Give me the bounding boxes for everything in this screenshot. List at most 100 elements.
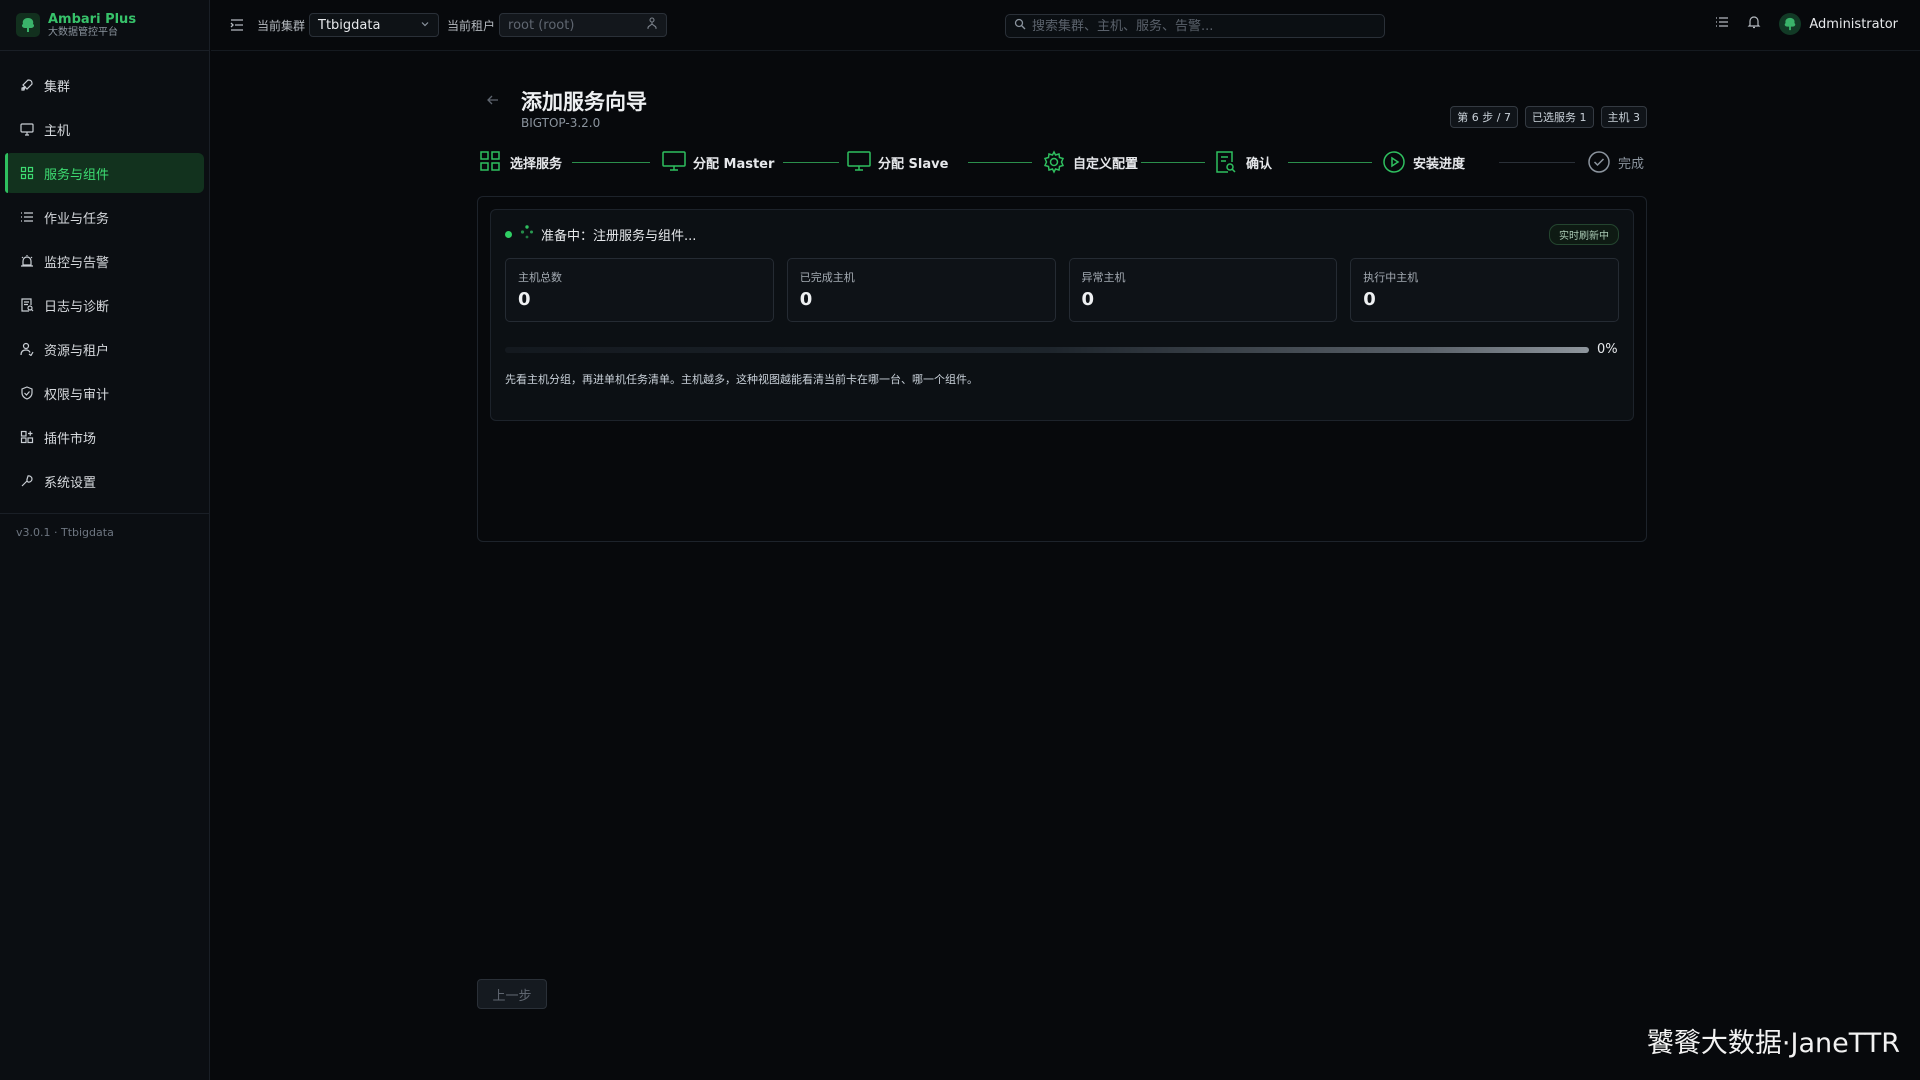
list-icon bbox=[20, 210, 34, 224]
stat-failed-hosts: 异常主机 0 bbox=[1068, 258, 1338, 322]
sidebar-item-label: 作业与任务 bbox=[44, 211, 110, 227]
tenant-icon bbox=[646, 17, 658, 33]
apps-icon bbox=[20, 430, 34, 444]
users-icon bbox=[20, 342, 34, 356]
install-card: 准备中：注册服务与组件... 实时刷新中 主机总数 0 已完成主机 0 异常主机… bbox=[477, 196, 1647, 542]
step-install-progress[interactable]: 安装进度 bbox=[1382, 150, 1465, 174]
file-search-icon bbox=[1215, 150, 1239, 174]
topbar: 当前集群 Ttbigdata 当前租户 root (root) Administ… bbox=[211, 0, 1920, 51]
step-confirm[interactable]: 确认 bbox=[1215, 150, 1272, 174]
brand-subtitle: 大数据管控平台 bbox=[48, 26, 118, 38]
user-name[interactable]: Administrator bbox=[1809, 17, 1898, 32]
rocket-icon bbox=[20, 78, 34, 92]
step-connector bbox=[783, 162, 839, 163]
wizard-header: 添加服务向导 BIGTOP-3.2.0 第 6 步 / 7 已选服务 1 主机 … bbox=[477, 80, 1647, 136]
sidebar-item-cluster[interactable]: 集群 bbox=[5, 65, 204, 105]
cluster-select-value: Ttbigdata bbox=[318, 17, 381, 33]
step-label: 完成 bbox=[1618, 156, 1645, 172]
page-title: 添加服务向导 bbox=[521, 90, 647, 114]
monitor-icon bbox=[662, 150, 686, 174]
loading-spinner-icon bbox=[519, 224, 535, 244]
status-row: 准备中：注册服务与组件... bbox=[505, 224, 1619, 244]
status-text: 准备中：注册服务与组件... bbox=[541, 228, 697, 244]
status-dot bbox=[505, 230, 512, 238]
brand-title: Ambari Plus bbox=[48, 11, 137, 27]
task-list-icon[interactable] bbox=[1715, 15, 1729, 33]
wizard-steps: 选择服务 分配 Master 分配 Slave 自定义配置 确认 安装进度 完成 bbox=[477, 140, 1647, 188]
sidebar-item-hosts[interactable]: 主机 bbox=[5, 109, 204, 149]
monitor-icon bbox=[20, 122, 34, 136]
sidebar-item-label: 主机 bbox=[44, 123, 71, 139]
sidebar-item-label: 权限与审计 bbox=[44, 387, 110, 403]
stat-value: 0 bbox=[1363, 289, 1376, 310]
menu-toggle-icon[interactable] bbox=[229, 17, 245, 33]
tenant-select[interactable]: root (root) bbox=[499, 13, 668, 37]
tenant-select-placeholder: root (root) bbox=[508, 17, 575, 33]
sidebar-item-label: 系统设置 bbox=[44, 475, 97, 491]
file-search-icon bbox=[20, 298, 34, 312]
grid-icon bbox=[20, 166, 34, 180]
wizard-panel: 添加服务向导 BIGTOP-3.2.0 第 6 步 / 7 已选服务 1 主机 … bbox=[477, 80, 1647, 542]
sidebar-item-label: 服务与组件 bbox=[44, 167, 110, 183]
step-finish[interactable]: 完成 bbox=[1587, 150, 1644, 174]
step-select-services[interactable]: 选择服务 bbox=[479, 150, 562, 174]
selected-services-badge: 已选服务 1 bbox=[1525, 106, 1594, 128]
avatar[interactable] bbox=[1779, 13, 1802, 35]
sidebar-item-plugins[interactable]: 插件市场 bbox=[5, 417, 204, 457]
sidebar-item-jobs[interactable]: 作业与任务 bbox=[5, 197, 204, 237]
progress-percent: 0% bbox=[1597, 342, 1618, 357]
step-connector bbox=[1499, 162, 1575, 163]
progress-row: 0% bbox=[505, 342, 1619, 357]
back-arrow-icon[interactable] bbox=[485, 92, 501, 108]
step-label: 分配 Master bbox=[693, 156, 775, 172]
cluster-select[interactable]: Ttbigdata bbox=[309, 13, 440, 37]
hint-text: 先看主机分组，再进单机任务清单。主机越多，这种视图越能看清当前卡在哪一台、哪一个… bbox=[505, 373, 978, 386]
sidebar-item-services[interactable]: 服务与组件 bbox=[5, 153, 204, 193]
bell-icon[interactable] bbox=[1747, 15, 1761, 33]
step-label: 确认 bbox=[1246, 156, 1273, 172]
sidebar-item-label: 监控与告警 bbox=[44, 255, 110, 271]
main-content: 添加服务向导 BIGTOP-3.2.0 第 6 步 / 7 已选服务 1 主机 … bbox=[211, 52, 1920, 1080]
host-count-badge: 主机 3 bbox=[1600, 106, 1647, 128]
step-label: 选择服务 bbox=[510, 156, 563, 172]
monitor-icon bbox=[847, 150, 871, 174]
tool-icon bbox=[20, 474, 34, 488]
sidebar-item-permissions[interactable]: 权限与审计 bbox=[5, 373, 204, 413]
sidebar-item-monitoring[interactable]: 监控与告警 bbox=[5, 241, 204, 281]
stat-label: 已完成主机 bbox=[799, 271, 855, 284]
step-connector bbox=[1288, 162, 1372, 163]
progress-bar bbox=[505, 346, 1589, 353]
host-stats: 主机总数 0 已完成主机 0 异常主机 0 执行中主机 0 bbox=[505, 258, 1619, 322]
stat-label: 执行中主机 bbox=[1363, 271, 1419, 284]
search-input[interactable] bbox=[1032, 18, 1372, 34]
prev-step-button[interactable]: 上一步 bbox=[477, 979, 547, 1009]
step-connector bbox=[968, 162, 1032, 163]
sidebar-item-settings[interactable]: 系统设置 bbox=[5, 461, 204, 501]
stat-label: 异常主机 bbox=[1081, 271, 1126, 284]
step-custom-config[interactable]: 自定义配置 bbox=[1042, 150, 1138, 174]
global-search[interactable] bbox=[1005, 14, 1385, 38]
sidebar-item-logs[interactable]: 日志与诊断 bbox=[5, 285, 204, 325]
shield-icon bbox=[20, 386, 34, 400]
stat-value: 0 bbox=[518, 289, 531, 310]
step-connector bbox=[1141, 162, 1205, 163]
logo-icon bbox=[16, 13, 40, 37]
step-assign-master[interactable]: 分配 Master bbox=[662, 150, 774, 174]
stat-completed-hosts: 已完成主机 0 bbox=[786, 258, 1056, 322]
gear-icon bbox=[1042, 150, 1066, 174]
brand[interactable]: Ambari Plus 大数据管控平台 bbox=[0, 0, 209, 51]
play-circle-icon bbox=[1382, 150, 1406, 174]
version-label: v3.0.1 · Ttbigdata bbox=[16, 526, 114, 539]
sidebar: Ambari Plus 大数据管控平台 集群 主机 服务与组件 作业与任务 监控… bbox=[0, 0, 210, 1080]
topbar-right: Administrator bbox=[1715, 13, 1898, 35]
tenant-label: 当前租户 bbox=[447, 18, 496, 33]
sidebar-item-resources[interactable]: 资源与租户 bbox=[5, 329, 204, 369]
search-icon bbox=[1014, 18, 1026, 34]
sidebar-nav: 集群 主机 服务与组件 作业与任务 监控与告警 日志与诊断 资源与租户 权限与审… bbox=[0, 51, 209, 501]
step-count-badge: 第 6 步 / 7 bbox=[1450, 106, 1518, 128]
grid-icon bbox=[479, 150, 503, 174]
step-assign-slave[interactable]: 分配 Slave bbox=[847, 150, 948, 174]
stat-value: 0 bbox=[799, 289, 813, 310]
stat-total-hosts: 主机总数 0 bbox=[505, 258, 774, 322]
sidebar-item-label: 日志与诊断 bbox=[44, 299, 110, 315]
